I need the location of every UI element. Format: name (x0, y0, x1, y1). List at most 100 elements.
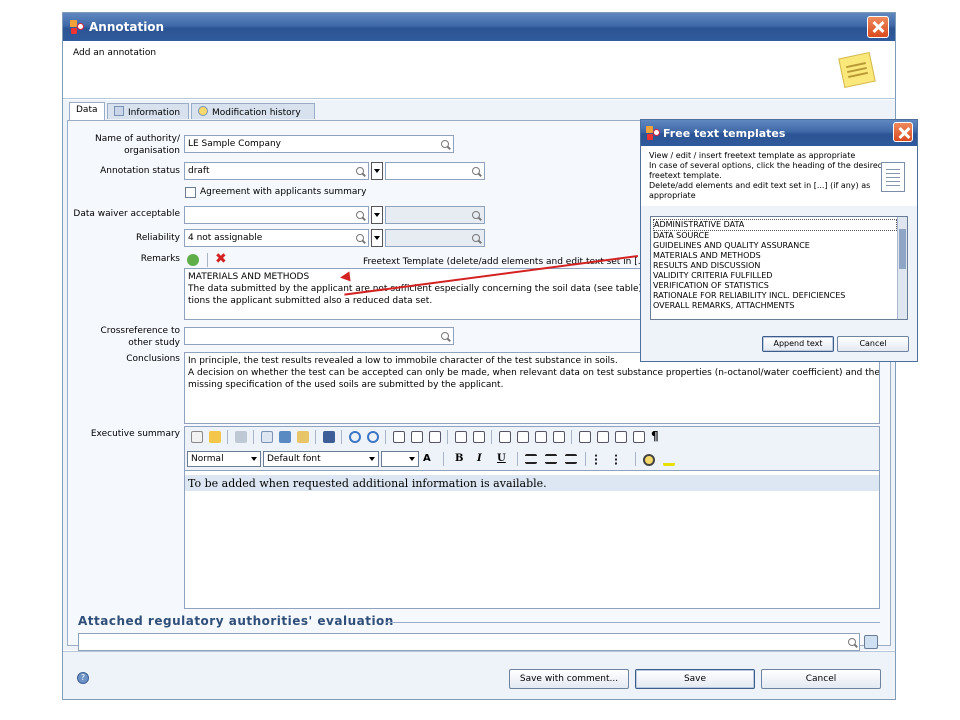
attached-evaluation-input[interactable] (78, 633, 860, 651)
window-title: Annotation (89, 20, 165, 34)
paragraph-style-select[interactable]: Normal (187, 451, 261, 467)
window-subtitle: Add an annotation (73, 48, 157, 58)
remarks-label: Remarks (140, 254, 180, 264)
status-input[interactable]: draft (184, 162, 369, 180)
list-item[interactable]: RESULTS AND DISCUSSION (653, 261, 897, 271)
undo-icon[interactable] (349, 431, 361, 443)
tab-data[interactable]: Data (69, 102, 105, 120)
font-size-icon[interactable]: A (423, 453, 431, 464)
attach-icon[interactable] (864, 635, 878, 649)
table-icon[interactable] (323, 431, 335, 443)
search-icon[interactable] (356, 234, 364, 242)
find-icon[interactable] (643, 454, 655, 466)
status-dropdown-button[interactable] (371, 162, 383, 180)
help-icon[interactable]: ? (77, 672, 89, 684)
list-item[interactable]: RATIONALE FOR RELIABILITY INCL. DEFICIEN… (653, 291, 897, 301)
bullet-list-icon[interactable] (615, 454, 627, 466)
exec-summary-text: To be added when requested additional in… (188, 477, 547, 490)
waiver-detail-input (385, 206, 485, 224)
search-icon[interactable] (441, 140, 449, 148)
borders-icon[interactable] (633, 431, 645, 443)
waiver-input[interactable] (184, 206, 369, 224)
cell-props-icon[interactable] (615, 431, 627, 443)
list-item[interactable]: OVERALL REMARKS, ATTACHMENTS (653, 301, 897, 311)
append-text-button[interactable]: Append text (762, 336, 834, 352)
exec-summary-textarea[interactable]: To be added when requested additional in… (185, 470, 879, 608)
redo-icon[interactable] (367, 431, 379, 443)
pilcrow-icon[interactable]: ¶ (651, 429, 659, 443)
cell-left-icon[interactable] (499, 431, 511, 443)
arrow-head (339, 271, 351, 283)
app-logo-icon (645, 125, 661, 141)
button-bar: ? Save with comment... Save Cancel (63, 651, 895, 699)
search-icon[interactable] (356, 167, 364, 175)
align-left-icon[interactable] (525, 454, 537, 464)
save-with-comment-button[interactable]: Save with comment... (509, 669, 629, 689)
grid-icon[interactable] (579, 431, 591, 443)
italic-icon[interactable]: I (477, 453, 482, 464)
dialog-titlebar[interactable]: Free text templates (641, 120, 917, 146)
numbered-list-icon[interactable] (595, 454, 607, 466)
insert-row-icon[interactable] (393, 431, 405, 443)
agreement-checkbox[interactable] (185, 187, 196, 198)
close-icon[interactable] (893, 122, 913, 142)
reliability-input[interactable]: 4 not assignable (184, 229, 369, 247)
remarks-textarea[interactable]: MATERIALS AND METHODS The data submitted… (184, 268, 644, 320)
search-icon[interactable] (441, 332, 449, 340)
add-template-icon[interactable] (187, 254, 199, 266)
agreement-label: Agreement with applicants summary (200, 187, 367, 197)
list-scrollbar[interactable] (897, 217, 907, 319)
conclusions-textarea[interactable]: In principle, the test results revealed … (184, 352, 880, 424)
dialog-header: View / edit / insert freetext template a… (641, 146, 917, 206)
close-icon[interactable] (867, 16, 889, 38)
highlight-icon[interactable] (663, 454, 675, 466)
insert-column-icon[interactable] (411, 431, 423, 443)
crossref-input[interactable] (184, 327, 454, 345)
document-icon (881, 162, 905, 192)
font-select[interactable]: Default font (263, 451, 379, 467)
list-item[interactable]: VALIDITY CRITERIA FULFILLED (653, 271, 897, 281)
cell-center-icon[interactable] (517, 431, 529, 443)
cut-icon[interactable] (279, 431, 291, 443)
new-document-icon[interactable] (191, 431, 203, 443)
copy-icon[interactable] (261, 431, 273, 443)
dialog-instructions: View / edit / insert freetext template a… (649, 151, 883, 200)
search-icon[interactable] (472, 167, 480, 175)
tab-information[interactable]: Information (107, 103, 189, 119)
list-item[interactable]: ADMINISTRATIVE DATA (653, 219, 897, 231)
bold-icon[interactable]: B (455, 453, 463, 464)
open-folder-icon[interactable] (209, 431, 221, 443)
table-props-icon[interactable] (597, 431, 609, 443)
list-item[interactable]: MATERIALS AND METHODS (653, 251, 897, 261)
underline-icon[interactable]: U (497, 453, 506, 464)
delete-row-icon[interactable] (429, 431, 441, 443)
attached-evaluation-title: Attached regulatory authorities' evaluat… (78, 614, 394, 628)
print-icon[interactable] (235, 431, 247, 443)
template-list[interactable]: ADMINISTRATIVE DATA DATA SOURCE GUIDELIN… (650, 216, 908, 320)
reliability-detail-input (385, 229, 485, 247)
cancel-button[interactable]: Cancel (761, 669, 881, 689)
window-titlebar[interactable]: Annotation (63, 13, 895, 41)
align-right-icon[interactable] (565, 454, 577, 464)
tab-modification-history[interactable]: Modification history (191, 103, 315, 119)
list-item[interactable]: GUIDELINES AND QUALITY ASSURANCE (653, 241, 897, 251)
list-item[interactable]: VERIFICATION OF STATISTICS (653, 281, 897, 291)
list-item[interactable]: DATA SOURCE (653, 231, 897, 241)
waiver-dropdown-button[interactable] (371, 206, 383, 224)
merge-cells-icon[interactable] (455, 431, 467, 443)
cell-right-icon[interactable] (535, 431, 547, 443)
save-button[interactable]: Save (635, 669, 755, 689)
status-label: Annotation status (100, 166, 180, 176)
search-icon[interactable] (356, 211, 364, 219)
dialog-cancel-button[interactable]: Cancel (837, 336, 909, 352)
cell-justify-icon[interactable] (553, 431, 565, 443)
font-size-select[interactable] (381, 451, 419, 467)
split-cells-icon[interactable] (473, 431, 485, 443)
search-icon[interactable] (848, 638, 856, 646)
reliability-dropdown-button[interactable] (371, 229, 383, 247)
status-detail-input[interactable] (385, 162, 485, 180)
paste-icon[interactable] (297, 431, 309, 443)
align-center-icon[interactable] (545, 454, 557, 464)
delete-icon[interactable]: ✖ (215, 251, 227, 267)
authority-input[interactable]: LE Sample Company (184, 135, 454, 153)
